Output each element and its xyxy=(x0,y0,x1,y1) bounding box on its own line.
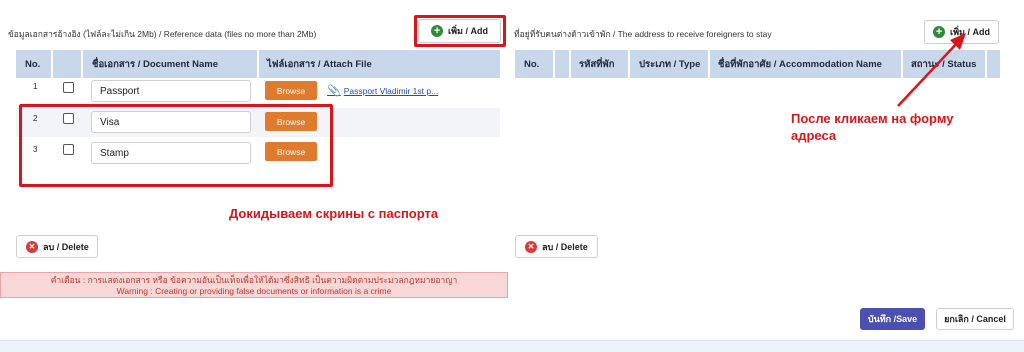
cancel-button[interactable]: ยกเลิก / Cancel xyxy=(936,308,1014,330)
documents-section-title: ข้อมูลเอกสารอ้างอิง (ไฟล์ละไม่เกิน 2Mb) … xyxy=(8,29,317,39)
address-section-title: ที่อยู่ที่รับคนต่างด้าวเข้าพัก / The add… xyxy=(514,29,772,39)
delete-document-label: ลบ / Delete xyxy=(43,241,89,252)
red-arrow-icon xyxy=(897,33,966,107)
col-accommodation-code: รหัสที่พัก xyxy=(571,50,630,78)
annotation-note-address-line1: После кликаем на форму xyxy=(791,111,954,126)
save-button[interactable]: บันทึก /Save xyxy=(860,308,925,330)
warning-line-thai: คำเตือน : การแสดงเอกสาร หรือ ข้อความอันเ… xyxy=(50,275,458,285)
legal-warning: คำเตือน : การแสดงเอกสาร หรือ ข้อความอันเ… xyxy=(0,272,508,298)
delete-address-button[interactable]: ✕ ลบ / Delete xyxy=(515,235,598,258)
col-no: No. xyxy=(515,50,555,78)
paperclip-icon: 📎 xyxy=(327,85,341,97)
annotation-note-documents: Докидываем скрины с паспорта xyxy=(229,206,439,221)
row-number: 1 xyxy=(33,82,38,91)
col-select xyxy=(555,50,571,78)
col-attach-file: ไฟล์เอกสาร / Attach File xyxy=(267,58,372,70)
col-accommodation-name: ชื่อที่พักอาศัย / Accommodation Name xyxy=(710,50,903,78)
annotation-note-address: После кликаем на форму адреса xyxy=(791,110,954,144)
delete-address-label: ลบ / Delete xyxy=(542,241,588,252)
col-select xyxy=(53,50,83,78)
footer-strip xyxy=(0,340,1024,352)
attached-file-name[interactable]: Passport Vladimir 1st p... xyxy=(344,86,438,96)
x-circle-icon: ✕ xyxy=(26,240,38,253)
browse-button[interactable]: Browse xyxy=(265,81,317,100)
annotation-note-address-line2: адреса xyxy=(791,128,837,143)
col-no: No. xyxy=(16,50,53,78)
col-type: ประเภท / Type xyxy=(630,50,710,78)
row-checkbox[interactable] xyxy=(63,82,74,93)
documents-table-header: No. ชื่อเอกสาร / Document Name ไฟล์เอกสา… xyxy=(16,50,500,78)
annotation-highlight-rows xyxy=(19,104,333,187)
x-circle-icon: ✕ xyxy=(525,240,537,253)
document-name-input[interactable]: Passport xyxy=(91,80,251,102)
attached-file-link[interactable]: 📎 Passport Vladimir 1st p... xyxy=(327,84,438,97)
annotation-highlight-add xyxy=(414,15,506,47)
delete-document-button[interactable]: ✕ ลบ / Delete xyxy=(16,235,98,258)
col-document-name: ชื่อเอกสาร / Document Name xyxy=(83,50,259,78)
warning-line-english: Warning : Creating or providing false do… xyxy=(116,286,392,296)
